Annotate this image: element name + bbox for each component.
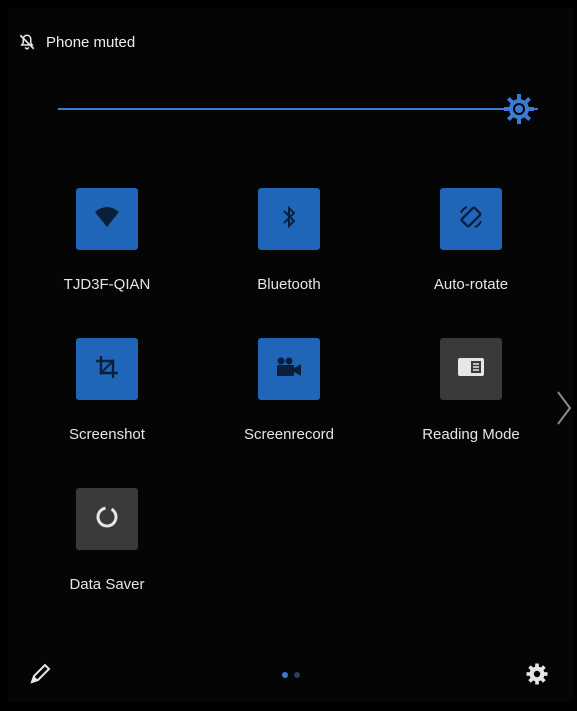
tile-label: TJD3F-QIAN — [63, 276, 151, 293]
tile-reading-mode[interactable]: Reading Mode — [396, 338, 546, 443]
brightness-icon[interactable] — [502, 92, 536, 126]
brightness-track[interactable] — [58, 108, 538, 110]
data-saver-icon — [93, 503, 121, 536]
status-row: Phone muted — [18, 30, 135, 54]
tile-label: Screenshot — [69, 426, 145, 443]
bluetooth-toggle[interactable] — [258, 188, 320, 250]
bell-off-icon — [18, 33, 36, 51]
tile-screenshot[interactable]: Screenshot — [32, 338, 182, 443]
quick-settings-panel: Phone muted TJD3F-QIAN Bluetooth Auto-ro… — [8, 8, 573, 702]
data-saver-toggle[interactable] — [76, 488, 138, 550]
tile-auto-rotate[interactable]: Auto-rotate — [396, 188, 546, 293]
screenshot-toggle[interactable] — [76, 338, 138, 400]
reading-mode-toggle[interactable] — [440, 338, 502, 400]
page-indicator — [282, 672, 300, 678]
tile-label: Auto-rotate — [433, 276, 509, 293]
tile-label: Data Saver — [69, 576, 145, 593]
auto-rotate-toggle[interactable] — [440, 188, 502, 250]
page-dot-active — [282, 672, 288, 678]
tile-label: Reading Mode — [422, 426, 520, 443]
wifi-toggle[interactable] — [76, 188, 138, 250]
screenrecord-icon — [275, 356, 303, 383]
reading-mode-icon — [457, 356, 485, 383]
status-text: Phone muted — [46, 33, 136, 51]
tile-bluetooth[interactable]: Bluetooth — [214, 188, 364, 293]
auto-rotate-icon — [457, 203, 485, 236]
brightness-slider[interactable] — [58, 92, 538, 126]
tile-label: Screenrecord — [243, 426, 335, 443]
tile-screenrecord[interactable]: Screenrecord — [214, 338, 364, 443]
page-dot — [294, 672, 300, 678]
gear-icon[interactable] — [525, 662, 551, 688]
footer-bar — [8, 656, 573, 696]
screenrecord-toggle[interactable] — [258, 338, 320, 400]
tile-label: Bluetooth — [257, 276, 321, 293]
chevron-right-icon[interactable] — [555, 388, 573, 428]
wifi-icon — [94, 206, 120, 233]
bluetooth-icon — [281, 205, 297, 234]
pencil-icon[interactable] — [28, 662, 54, 688]
screenshot-icon — [94, 354, 120, 385]
tile-wifi[interactable]: TJD3F-QIAN — [32, 188, 182, 293]
tile-data-saver[interactable]: Data Saver — [32, 488, 182, 593]
